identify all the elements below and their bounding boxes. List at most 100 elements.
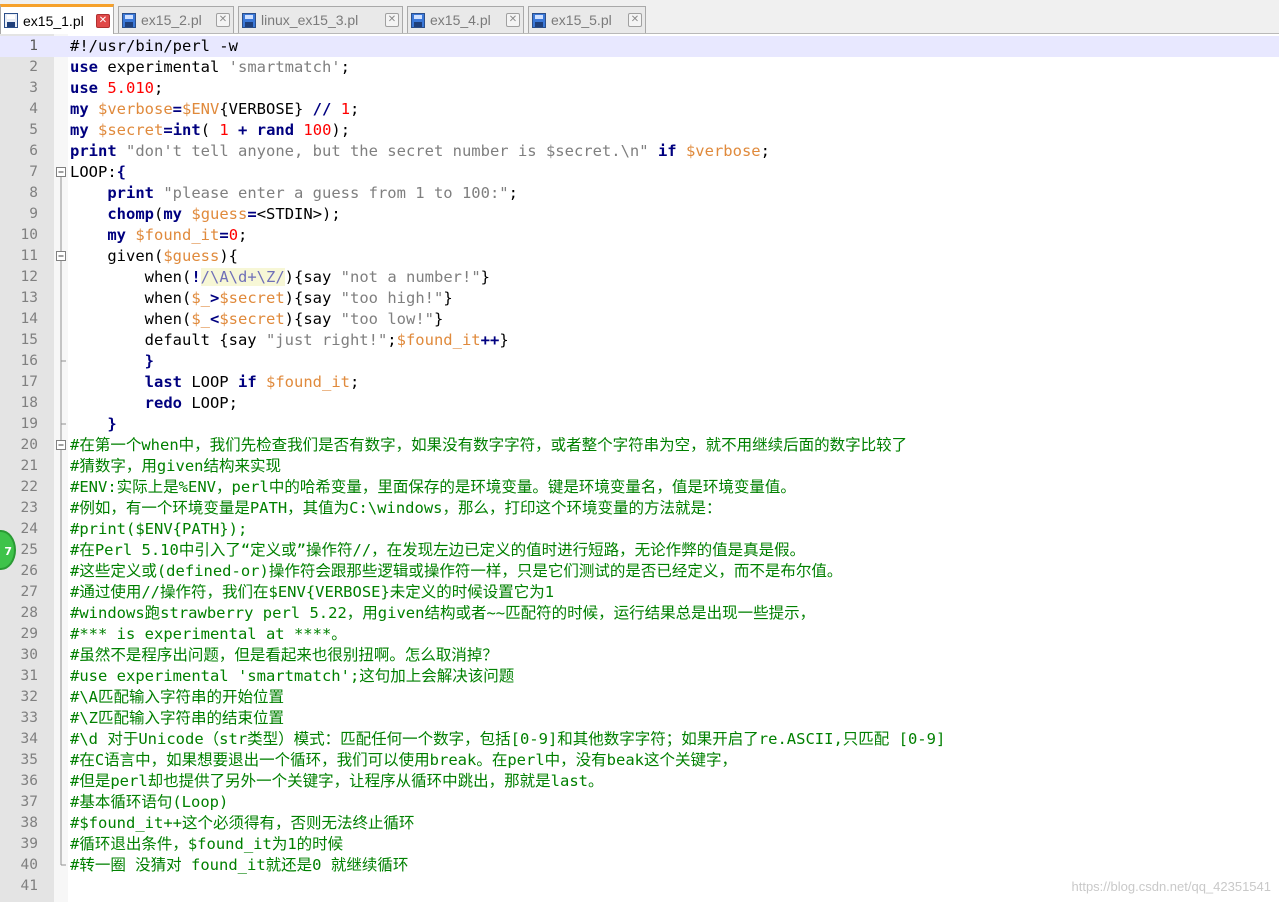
close-tab-icon[interactable]: ✕ <box>506 13 520 27</box>
code-token: experimental <box>98 58 229 76</box>
code-token: #例如，有一个环境变量是PATH，其值为C:\windows，那么，打印这个环境… <box>70 499 722 517</box>
line-number: 23 <box>20 500 38 516</box>
code-token: when( <box>70 289 192 307</box>
code-line[interactable]: 13 when($_>$secret){say "too high!"} <box>0 288 1279 309</box>
code-line[interactable]: 19 } <box>0 414 1279 435</box>
code-line[interactable]: 2 use experimental 'smartmatch'; <box>0 57 1279 78</box>
code-line[interactable]: 8 print "please enter a guess from 1 to … <box>0 183 1279 204</box>
line-number: 35 <box>20 752 38 768</box>
code-line[interactable]: 21 #猜数字，用given结构来实现 <box>0 456 1279 477</box>
code-token: #$found_it++这个必须得有，否则无法终止循环 <box>70 814 415 832</box>
tab-file-3[interactable]: linux_ex15_3.pl ✕ <box>238 6 403 33</box>
code-token: ; <box>154 79 164 97</box>
code-line[interactable]: 10 my $found_it=0; <box>0 225 1279 246</box>
code-line[interactable]: 29 #*** is experimental at ****。 <box>0 624 1279 645</box>
code-token: ; <box>340 58 350 76</box>
code-token: { <box>116 163 127 181</box>
line-number: 29 <box>20 626 38 642</box>
line-code: my $found_it=0; <box>70 225 247 246</box>
close-tab-icon[interactable]: ✕ <box>216 13 230 27</box>
code-line[interactable]: 26 #这些定义或(defined-or)操作符会跟那些逻辑或操作符一样，只是它们… <box>0 561 1279 582</box>
tab-file-2[interactable]: ex15_2.pl ✕ <box>118 6 234 33</box>
line-code: #这些定义或(defined-or)操作符会跟那些逻辑或操作符一样，只是它们测试… <box>70 561 842 582</box>
line-code: my $verbose=$ENV{VERBOSE} // 1; <box>70 99 359 120</box>
tab-file-4[interactable]: ex15_4.pl ✕ <box>407 6 524 33</box>
code-line[interactable]: 4 my $verbose=$ENV{VERBOSE} // 1; <box>0 99 1279 120</box>
code-line[interactable]: 5 my $secret=int( 1 + rand 100); <box>0 120 1279 141</box>
code-line[interactable]: 27 #通过使用//操作符，我们在$ENV{VERBOSE}未定义的时候设置它为1 <box>0 582 1279 603</box>
code-editor[interactable]: 1 #!/usr/bin/perl -w 2 use experimental 'sm… <box>0 36 1279 897</box>
code-line[interactable]: 30 #虽然不是程序出问题，但是看起来也很别扭啊。怎么取消掉？ <box>0 645 1279 666</box>
code-line[interactable]: 14 when($_<$secret){say "too low!"} <box>0 309 1279 330</box>
code-token: ; <box>387 331 397 349</box>
code-token: #循环退出条件，$found_it为1的时候 <box>70 835 344 853</box>
code-line[interactable]: 12 when(!/\A\d+\Z/){say "not a number!"} <box>0 267 1279 288</box>
line-code: #!/usr/bin/perl -w <box>70 36 238 57</box>
code-line[interactable]: 32 #\A匹配输入字符串的开始位置 <box>0 687 1279 708</box>
code-token: ( <box>154 205 164 223</box>
close-tab-icon[interactable]: ✕ <box>385 13 399 27</box>
code-line[interactable]: 33 #\Z匹配输入字符串的结束位置 <box>0 708 1279 729</box>
code-line[interactable]: 18 redo LOOP; <box>0 393 1279 414</box>
code-line[interactable]: 1 #!/usr/bin/perl -w <box>0 36 1279 57</box>
line-number: 20 <box>20 437 38 453</box>
line-code: redo LOOP; <box>70 393 238 414</box>
tab-file-1[interactable]: ex15_1.pl ✕ <box>0 4 114 34</box>
code-line[interactable]: 11 given($guess){ <box>0 246 1279 267</box>
code-token: print <box>107 184 154 202</box>
line-number: 11 <box>20 248 38 264</box>
code-line[interactable]: 3 use 5.010; <box>0 78 1279 99</box>
line-number: 15 <box>20 332 38 348</box>
code-line[interactable]: 38 #$found_it++这个必须得有，否则无法终止循环 <box>0 813 1279 834</box>
code-token: "not a number!" <box>340 268 481 286</box>
code-line[interactable]: 20 #在第一个when中，我们先检查我们是否有数字，如果没有数字字符，或者整个字… <box>0 435 1279 456</box>
close-tab-icon[interactable]: ✕ <box>628 13 642 27</box>
line-code: #\d 对于Unicode（str类型）模式：匹配任何一个数字，包括[0-9]和… <box>70 729 945 750</box>
line-number: 40 <box>20 857 38 873</box>
code-token: #在Perl 5.10中引入了“定义或”操作符//，在发现左边已定义的值时进行短… <box>70 541 806 559</box>
code-line[interactable]: 36 #但是perl却也提供了另外一个关键字，让程序从循环中跳出，那就是last。 <box>0 771 1279 792</box>
code-line[interactable]: 35 #在C语言中，如果想要退出一个循环，我们可以使用break。在perl中，没… <box>0 750 1279 771</box>
line-number: 39 <box>20 836 38 852</box>
code-line[interactable]: 39 #循环退出条件，$found_it为1的时候 <box>0 834 1279 855</box>
line-number: 37 <box>20 794 38 810</box>
code-line[interactable]: 15 default {say "just right!";$found_it+… <box>0 330 1279 351</box>
code-line[interactable]: 22 #ENV:实际上是%ENV，perl中的哈希变量，里面保存的是环境变量。键是… <box>0 477 1279 498</box>
code-line[interactable]: 7 LOOP:{ <box>0 162 1279 183</box>
code-line[interactable]: 23 #例如，有一个环境变量是PATH，其值为C:\windows，那么，打印这个… <box>0 498 1279 519</box>
line-code: #在Perl 5.10中引入了“定义或”操作符//，在发现左边已定义的值时进行短… <box>70 540 805 561</box>
code-line[interactable]: 31 #use experimental 'smartmatch';这句加上会解决… <box>0 666 1279 687</box>
tab-file-5[interactable]: ex15_5.pl ✕ <box>528 6 646 33</box>
code-line[interactable]: 40 #转一圈 没猜对 found_it就还是0 就继续循环 <box>0 855 1279 876</box>
code-line[interactable]: 37 #基本循环语句(Loop) <box>0 792 1279 813</box>
line-code: #基本循环语句(Loop) <box>70 792 228 813</box>
code-line[interactable]: 25 #在Perl 5.10中引入了“定义或”操作符//，在发现左边已定义的值时进… <box>0 540 1279 561</box>
line-code: given($guess){ <box>70 246 238 267</box>
code-token: } <box>144 352 154 370</box>
code-token: $_ <box>191 289 210 307</box>
code-line[interactable]: 6 print "don't tell anyone, but the secre… <box>0 141 1279 162</box>
code-line[interactable]: 16 } <box>0 351 1279 372</box>
code-token: $guess <box>163 247 220 265</box>
line-code: my $secret=int( 1 + rand 100); <box>70 120 350 141</box>
line-number: 1 <box>29 38 38 54</box>
close-tab-icon[interactable]: ✕ <box>96 13 110 28</box>
line-code: #猜数字，用given结构来实现 <box>70 456 281 477</box>
file-modified-icon <box>4 13 18 28</box>
tab-bar: ex15_1.pl ✕ ex15_2.pl ✕ linux_ex15_3.pl ✕ ex15… <box>0 0 1279 34</box>
line-code: #循环退出条件，$found_it为1的时候 <box>70 834 343 855</box>
code-line[interactable]: 9 chomp(my $guess=<STDIN>); <box>0 204 1279 225</box>
code-line[interactable]: 24 #print($ENV{PATH}); <box>0 519 1279 540</box>
code-line[interactable]: 28 #windows跑strawberry perl 5.22，用given结构… <box>0 603 1279 624</box>
code-line[interactable]: 17 last LOOP if $found_it; <box>0 372 1279 393</box>
line-number: 10 <box>20 227 38 243</box>
code-line[interactable]: 34 #\d 对于Unicode（str类型）模式：匹配任何一个数字，包括[0-9… <box>0 729 1279 750</box>
code-token: #虽然不是程序出问题，但是看起来也很别扭啊。怎么取消掉？ <box>70 646 498 664</box>
